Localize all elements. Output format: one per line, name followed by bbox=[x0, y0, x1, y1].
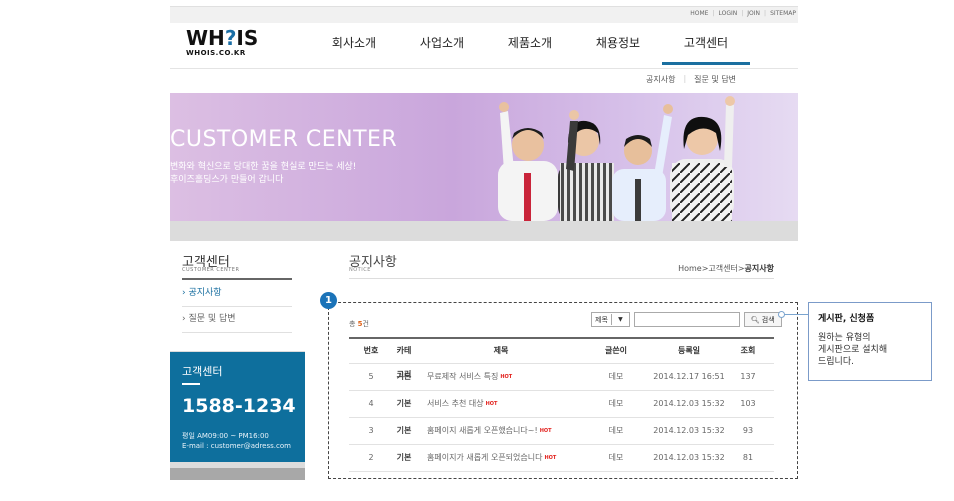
logo-domain: WHOIS.CO.KR bbox=[186, 49, 246, 57]
title-divider bbox=[349, 278, 774, 279]
site-header: WH?IS WHOIS.CO.KR 회사소개 사업소개 제품소개 채용정보 고객… bbox=[170, 22, 798, 69]
banner-line-2: 후이즈홀딩스가 만들어 갑니다 bbox=[170, 175, 284, 185]
utility-bar: HOME | LOGIN | JOIN | SITEMAP bbox=[170, 6, 798, 23]
logo-question-mark: ? bbox=[224, 26, 237, 50]
person-4 bbox=[670, 96, 735, 221]
join-link[interactable]: JOIN bbox=[747, 10, 760, 17]
sidebar-title-en: CUSTOMER CENTER bbox=[182, 267, 240, 273]
nav-business[interactable]: 사업소개 bbox=[398, 22, 486, 65]
logo-text: WH bbox=[186, 26, 225, 50]
sidebar-item-label: 질문 및 답변 bbox=[188, 314, 236, 324]
main-navigation: 회사소개 사업소개 제품소개 채용정보 고객센터 bbox=[310, 22, 750, 65]
annotation-callout: 게시판, 신청폼 원하는 유형의 게시판으로 설치해 드립니다. bbox=[808, 302, 932, 381]
callout-title: 게시판, 신청폼 bbox=[818, 314, 875, 324]
callout-body: 원하는 유형의 게시판으로 설치해 드립니다. bbox=[818, 332, 922, 368]
sidebar-gray-block bbox=[170, 468, 305, 480]
call-hours: 평일 AM09:00 ~ PM16:00 bbox=[182, 432, 269, 440]
nav-customer-center[interactable]: 고객센터 bbox=[662, 22, 750, 65]
call-info: 평일 AM09:00 ~ PM16:00 E-mail : customer@a… bbox=[182, 431, 291, 451]
annotation-marker: 1 bbox=[320, 292, 337, 309]
banner-line-1: 변화와 혁신으로 당대한 꿈을 현실로 만드는 세상! bbox=[170, 162, 357, 172]
banner-subtitle: 변화와 혁신으로 당대한 꿈을 현실로 만드는 세상! 후이즈홀딩스가 만들어 … bbox=[170, 161, 356, 187]
hero-banner: CUSTOMER CENTER 변화와 혁신으로 당대한 꿈을 현실로 만드는 … bbox=[170, 93, 798, 221]
left-sidebar: 고객센터 CUSTOMER CENTER › 공지사항 › 질문 및 답변 고객… bbox=[170, 241, 305, 480]
annotation-connector bbox=[781, 314, 808, 315]
subnav-notice[interactable]: 공지사항 bbox=[646, 74, 675, 85]
customer-center-box: 고객센터 1588-1234 평일 AM09:00 ~ PM16:00 E-ma… bbox=[170, 352, 305, 462]
sidebar-item-notice[interactable]: › 공지사항 bbox=[182, 281, 292, 307]
sub-navigation: 공지사항 | 질문 및 답변 bbox=[646, 74, 737, 85]
site-logo[interactable]: WH?IS WHOIS.CO.KR bbox=[186, 28, 258, 57]
person-2 bbox=[558, 110, 614, 221]
sidebar-divider bbox=[182, 278, 292, 280]
breadcrumb: Home>고객센터>공지사항 bbox=[678, 263, 774, 274]
subnav-qna[interactable]: 질문 및 답변 bbox=[694, 74, 736, 85]
callout-line-1: 원하는 유형의 bbox=[818, 333, 871, 343]
banner-bottom-bar bbox=[170, 221, 798, 241]
people-photo bbox=[498, 96, 735, 221]
page-title-en: NOTICE bbox=[349, 267, 371, 273]
breadcrumb-current: 공지사항 bbox=[744, 264, 774, 273]
nav-careers[interactable]: 채용정보 bbox=[574, 22, 662, 65]
highlight-region bbox=[328, 302, 798, 479]
nav-company[interactable]: 회사소개 bbox=[310, 22, 398, 65]
person-1 bbox=[498, 102, 558, 221]
login-link[interactable]: LOGIN bbox=[718, 10, 737, 17]
callout-line-2: 게시판으로 설치해 bbox=[818, 345, 888, 355]
banner-title: CUSTOMER CENTER bbox=[170, 127, 398, 152]
sidebar-menu: 고객센터 CUSTOMER CENTER › 공지사항 › 질문 및 답변 bbox=[170, 241, 305, 351]
nav-products[interactable]: 제품소개 bbox=[486, 22, 574, 65]
annotation-dot bbox=[778, 311, 785, 318]
call-divider bbox=[182, 383, 200, 385]
sidebar-item-label: 공지사항 bbox=[188, 288, 222, 298]
sidebar-item-qna[interactable]: › 질문 및 답변 bbox=[182, 307, 292, 333]
callout-line-3: 드립니다. bbox=[818, 357, 854, 367]
logo-text-end: IS bbox=[236, 26, 259, 50]
home-link[interactable]: HOME bbox=[690, 10, 708, 17]
breadcrumb-path: Home>고객센터> bbox=[678, 264, 745, 273]
person-3 bbox=[612, 104, 673, 221]
phone-number: 1588-1234 bbox=[182, 395, 296, 417]
call-title: 고객센터 bbox=[182, 365, 223, 378]
utility-links: HOME | LOGIN | JOIN | SITEMAP bbox=[690, 10, 796, 17]
call-email: E-mail : customer@adress.com bbox=[182, 442, 291, 450]
sitemap-link[interactable]: SITEMAP bbox=[770, 10, 796, 17]
